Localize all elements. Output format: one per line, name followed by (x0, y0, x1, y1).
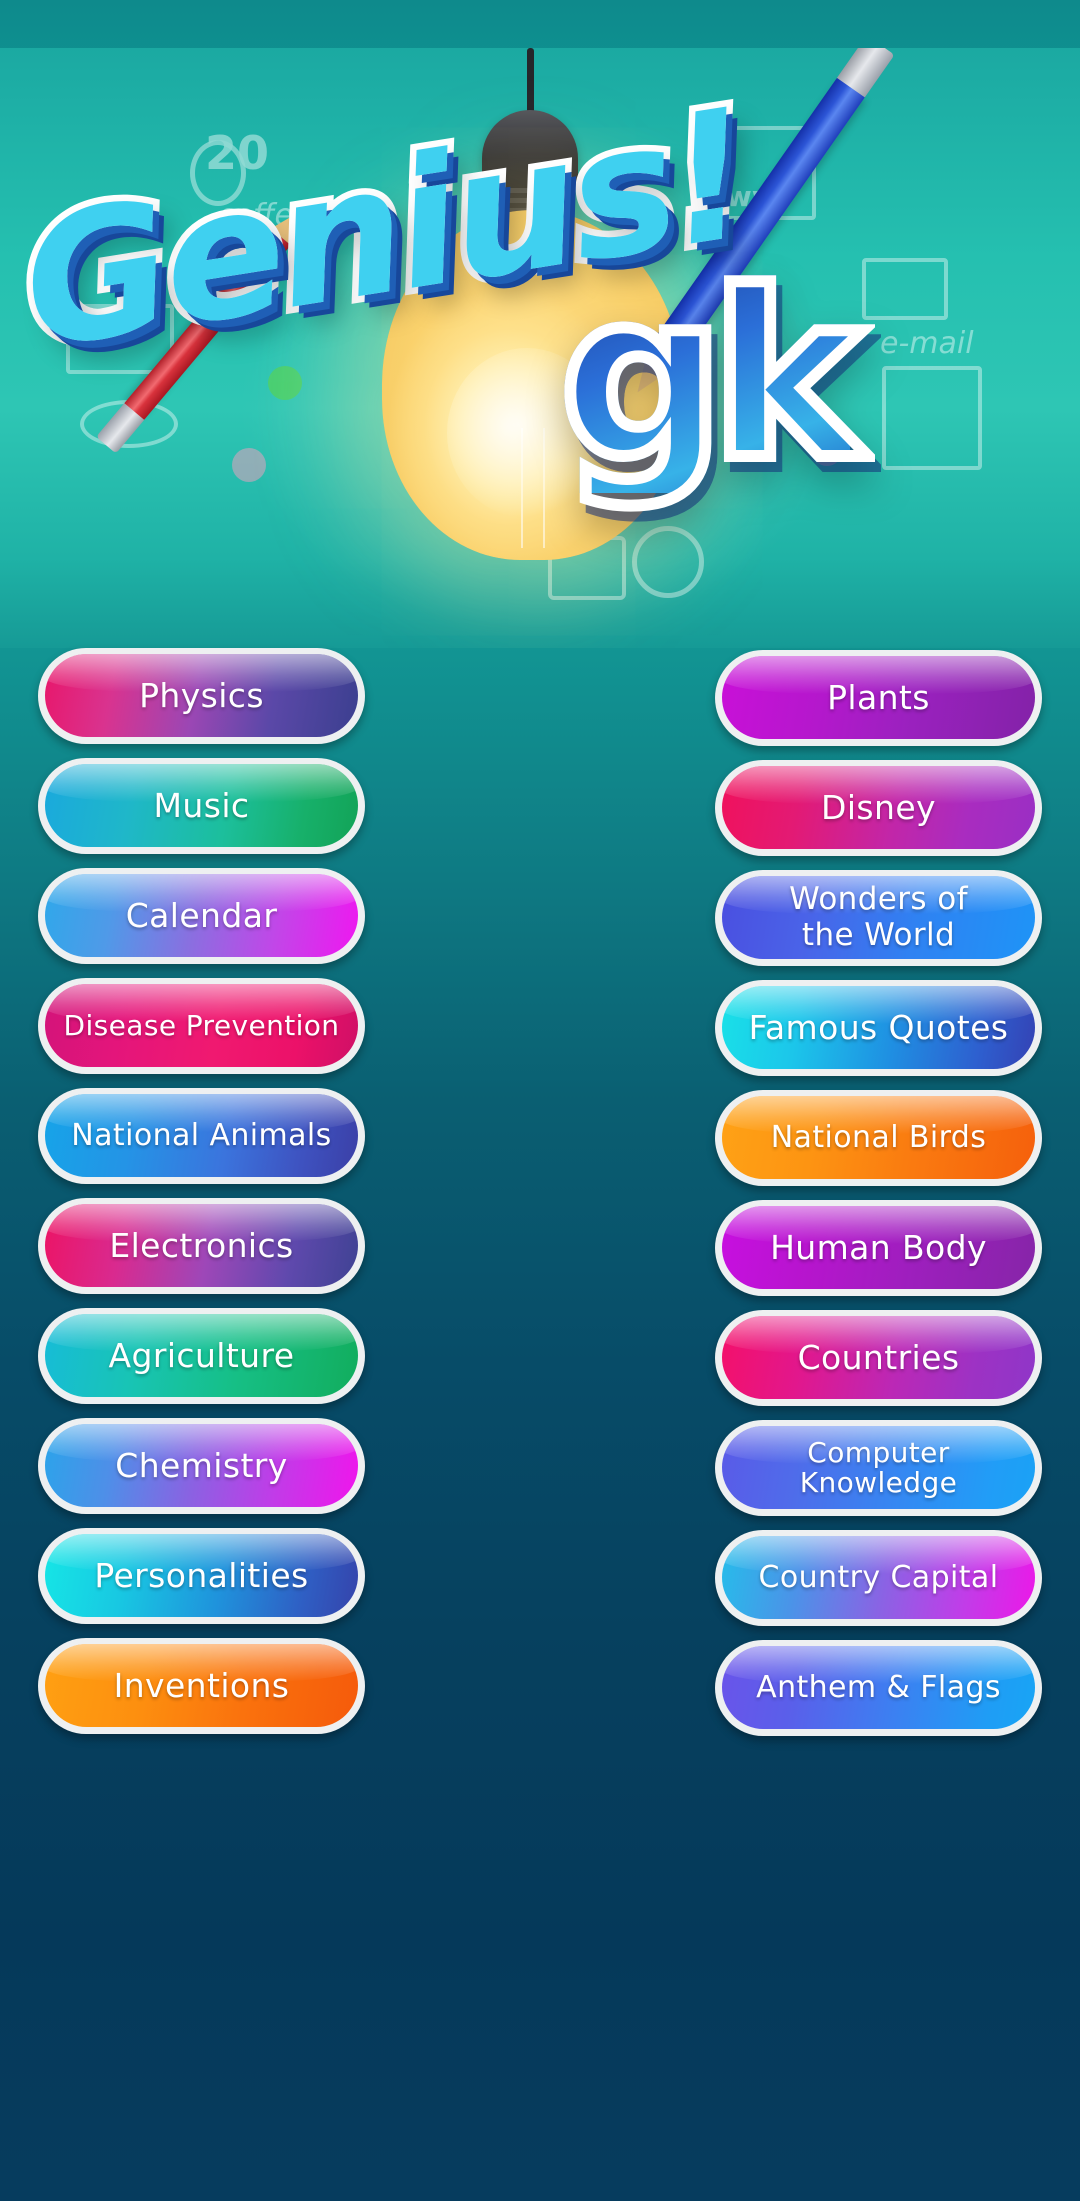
app-root: 20 coffee www e-mail Genius! gk Physics … (0, 0, 1080, 2201)
category-button-calendar[interactable]: Calendar (38, 868, 365, 964)
category-row: Physics Plants (0, 648, 1080, 746)
category-button-label: Agriculture (108, 1336, 295, 1376)
category-button-national-animals[interactable]: National Animals (38, 1088, 365, 1184)
category-button-country-capital[interactable]: Country Capital (715, 1530, 1042, 1626)
category-button-label: Physics (139, 676, 264, 716)
category-button-label: Disease Prevention (63, 1008, 340, 1042)
category-button-countries[interactable]: Countries (715, 1310, 1042, 1406)
category-button-electronics[interactable]: Electronics (38, 1198, 365, 1294)
category-button-music[interactable]: Music (38, 758, 365, 854)
category-button-wonders-of-the-world[interactable]: Wonders of the World (715, 870, 1042, 966)
category-button-disease-prevention[interactable]: Disease Prevention (38, 978, 365, 1074)
category-button-plants[interactable]: Plants (715, 650, 1042, 746)
category-button-human-body[interactable]: Human Body (715, 1200, 1042, 1296)
doodle-chart (882, 366, 982, 470)
category-button-disney[interactable]: Disney (715, 760, 1042, 856)
category-button-label: Plants (827, 678, 930, 718)
category-button-label: Disney (821, 788, 936, 828)
doodle-envelope (862, 258, 948, 320)
category-button-label: National Animals (71, 1117, 332, 1153)
category-button-label: Country Capital (758, 1559, 999, 1595)
doodle-dot-green (268, 366, 302, 400)
category-button-label: Personalities (94, 1556, 309, 1596)
category-button-label: Chemistry (115, 1446, 288, 1486)
category-button-label: Countries (797, 1338, 960, 1378)
category-button-agriculture[interactable]: Agriculture (38, 1308, 365, 1404)
email-doodle: e-mail (880, 326, 974, 361)
category-button-label: Inventions (113, 1666, 290, 1706)
category-button-label: National Birds (770, 1119, 987, 1155)
logo-gk-text: gk (554, 244, 870, 511)
category-button-chemistry[interactable]: Chemistry (38, 1418, 365, 1514)
hero-banner: 20 coffee www e-mail Genius! gk (0, 48, 1080, 648)
category-button-label: Electronics (109, 1226, 294, 1266)
doodle-dot-pink (232, 448, 266, 482)
category-row: National Animals National Birds (0, 1088, 1080, 1186)
category-button-label: Human Body (770, 1228, 987, 1268)
category-row: Disease Prevention Famous Quotes (0, 978, 1080, 1076)
category-button-famous-quotes[interactable]: Famous Quotes (715, 980, 1042, 1076)
category-button-label: Computer Knowledge (799, 1435, 958, 1499)
category-button-anthem-flags[interactable]: Anthem & Flags (715, 1640, 1042, 1736)
category-button-label: Calendar (125, 896, 278, 936)
category-button-label: Wonders of the World (789, 881, 968, 953)
category-row: Agriculture Countries (0, 1308, 1080, 1406)
category-button-label: Anthem & Flags (756, 1669, 1001, 1705)
category-button-personalities[interactable]: Personalities (38, 1528, 365, 1624)
category-row: Inventions Anthem & Flags (0, 1638, 1080, 1736)
category-button-label: Music (153, 786, 250, 826)
category-button-inventions[interactable]: Inventions (38, 1638, 365, 1734)
category-button-national-birds[interactable]: National Birds (715, 1090, 1042, 1186)
category-row: Calendar Wonders of the World (0, 868, 1080, 966)
category-row: Chemistry Computer Knowledge (0, 1418, 1080, 1516)
category-button-computer-knowledge[interactable]: Computer Knowledge (715, 1420, 1042, 1516)
category-button-label: Famous Quotes (748, 1008, 1009, 1048)
category-row: Electronics Human Body (0, 1198, 1080, 1296)
category-row: Music Disney (0, 758, 1080, 856)
category-button-physics[interactable]: Physics (38, 648, 365, 744)
doodle-cup-ring (632, 526, 704, 598)
category-row: Personalities Country Capital (0, 1528, 1080, 1626)
